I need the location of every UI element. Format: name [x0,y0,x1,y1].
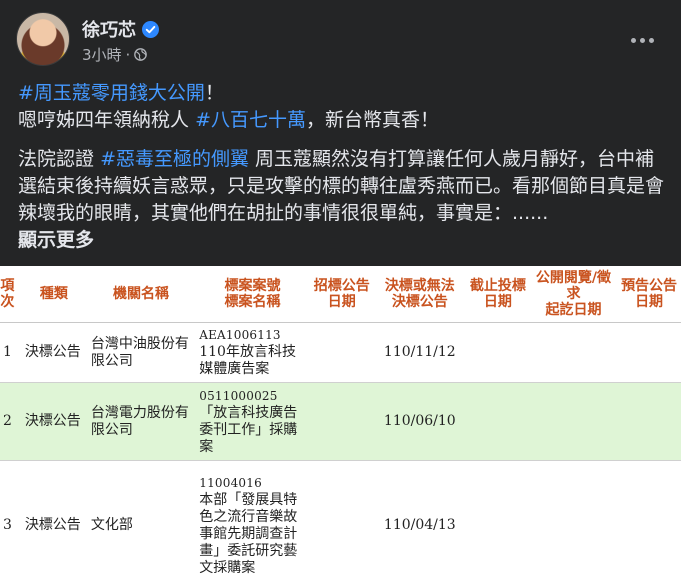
hashtag-link[interactable]: #八百七十萬 [195,109,306,131]
hashtag-link[interactable]: #周玉蔻零用錢大公開 [18,82,205,104]
post-line-2: 嗯哼姊四年領納稅人 #八百七十萬，新台幣真香！ [18,109,439,131]
post-meta: 3小時 · [82,44,148,65]
col-header: 公開閱覽/徵求 起訖日期 [529,266,618,323]
see-more-link[interactable]: 顯示更多 [18,229,94,251]
post-paragraph-2: 法院認證 #惡毒至極的側翼 周玉蔻顯然沒有打算讓任何人歲月靜好，台中補選結束後持… [18,148,665,251]
procurement-table: 項次 種類 機關名稱 標案案號 標案名稱 招標公告日期 決標或無法 決標公告 截… [0,266,681,585]
col-header: 預告公告日期 [617,266,681,323]
col-header: 項次 [0,266,21,323]
more-options-button[interactable] [624,22,660,58]
post-body: #周玉蔻零用錢大公開！ 嗯哼姊四年領納稅人 #八百七十萬，新台幣真香！ 法院認證… [18,80,666,254]
col-header: 截止投標日期 [465,266,530,323]
avatar[interactable] [16,12,70,66]
col-header: 決標或無法 決標公告 [373,266,466,323]
col-header: 標案案號 標案名稱 [195,266,310,323]
table-row: 3 決標公告 文化部 11004016 本部「發展具特色之流行音樂故事館先期調查… [0,460,681,585]
attached-image[interactable]: 項次 種類 機關名稱 標案案號 標案名稱 招標公告日期 決標或無法 決標公告 截… [0,266,681,585]
post-header: 徐巧芯 3小時 · [16,12,666,68]
table-header-row: 項次 種類 機關名稱 標案案號 標案名稱 招標公告日期 決標或無法 決標公告 截… [0,266,681,323]
dot-icon [630,37,636,43]
dot-icon [639,37,645,43]
meta-separator: · [125,45,131,64]
post-time[interactable]: 3小時 [82,44,122,65]
author-row: 徐巧芯 [82,16,159,42]
col-header: 招標公告日期 [309,266,374,323]
hashtag-link[interactable]: #惡毒至極的側翼 [100,148,249,170]
col-header: 種類 [20,266,87,323]
table-row: 1 決標公告 台灣中油股份有限公司 AEA1006113 110年放言科技媒體廣… [0,322,681,383]
post-line-1: #周玉蔻零用錢大公開！ [18,82,224,104]
verified-badge-icon [142,20,159,38]
dot-icon [648,37,654,43]
author-name[interactable]: 徐巧芯 [82,16,136,42]
col-header: 機關名稱 [86,266,196,323]
table-row: 2 決標公告 台灣電力股份有限公司 0511000025 「放言科技廣告委刊工作… [0,382,681,461]
globe-icon[interactable] [134,48,148,61]
